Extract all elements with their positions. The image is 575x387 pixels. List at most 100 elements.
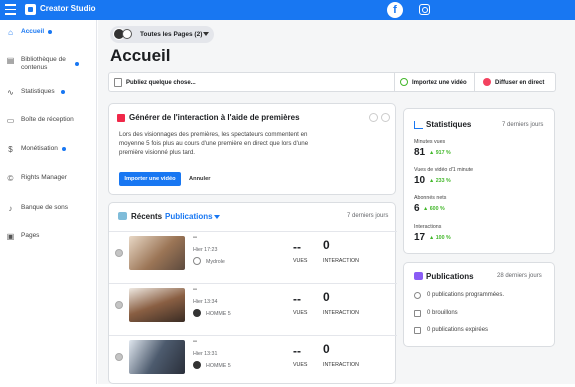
interaction-label: INTERACTION — [323, 310, 359, 316]
app-title: Creator Studio — [40, 4, 96, 13]
post-time: Hier 13:34 — [193, 299, 218, 305]
stat-value: 81 — [414, 147, 426, 158]
stat-one-minute-views[interactable]: Vues de vidéo d'1 minute 10 ▲ 233 % — [414, 167, 474, 186]
sidebar-item-sound-bank[interactable]: ♪ Banque de sons — [0, 200, 97, 220]
live-icon — [483, 78, 491, 86]
page-selector[interactable]: Toutes les Pages (2) — [110, 26, 214, 43]
sidebar-item-label-line: contenus — [21, 64, 48, 71]
publications-icon — [414, 272, 423, 280]
avatar — [193, 361, 201, 369]
sidebar-item-statistiques[interactable]: ∿ Statistiques — [0, 84, 97, 104]
avatar — [193, 309, 201, 317]
post-author: HOMME 5 — [206, 363, 231, 369]
views-value: -- — [293, 240, 301, 254]
stat-value: 10 — [414, 175, 426, 186]
stat-net-followers[interactable]: Abonnés nets 6 ▲ 600 % — [414, 195, 447, 214]
go-live-button[interactable]: Diffuser en direct — [495, 80, 544, 86]
stat-label: Vues de vidéo d'1 minute — [414, 167, 474, 173]
views-value: -- — [293, 292, 301, 306]
stat-label: Interactions — [414, 224, 442, 230]
sidebar: ⌂ Accueil ▤ Bibliothèque de contenus ∿ St… — [0, 20, 97, 384]
home-icon: ⌂ — [8, 28, 13, 37]
import-video-button[interactable]: Importez une vidéo — [412, 80, 467, 86]
table-row[interactable]: -- Hier 13:34 HOMME 5 -- VUES 0 INTERACT… — [109, 283, 397, 335]
avatar — [122, 29, 132, 39]
menu-icon[interactable] — [5, 4, 16, 16]
library-icon: ▤ — [6, 56, 15, 65]
post-time: Hier 13:31 — [193, 351, 218, 357]
publish-button[interactable]: Publiez quelque chose... — [126, 80, 196, 86]
chart-icon: ∿ — [7, 88, 14, 97]
sidebar-item-accueil[interactable]: ⌂ Accueil — [0, 24, 97, 44]
sidebar-item-label: Statistiques — [21, 88, 55, 95]
next-button[interactable] — [381, 113, 390, 122]
statistics-card: Statistiques 7 derniers jours Minutes vu… — [403, 108, 555, 254]
stat-minutes-viewed[interactable]: Minutes vues 81 ▲ 917 % — [414, 139, 451, 158]
sidebar-item-label: Pages — [21, 232, 40, 239]
sidebar-item-library[interactable]: ▤ Bibliothèque de contenus — [0, 52, 97, 74]
sidebar-item-label: Rights Manager — [21, 174, 67, 181]
page-title: Accueil — [110, 46, 171, 65]
posts-icon — [118, 212, 127, 220]
stat-value: 17 — [414, 232, 426, 243]
inbox-icon: ▭ — [6, 116, 15, 125]
premiere-card: Générer de l'interaction à l'aide de pre… — [108, 103, 396, 195]
select-radio[interactable] — [115, 353, 123, 361]
sound-icon: ♪ — [8, 204, 13, 213]
list-item-label: 0 publications programmées. — [427, 292, 505, 298]
notification-dot — [75, 62, 79, 66]
stat-value: 6 — [414, 203, 420, 214]
card-title: Statistiques — [426, 120, 472, 129]
copyright-icon: © — [7, 174, 14, 183]
stat-delta: ▲ 917 % — [429, 150, 451, 156]
expired-icon — [414, 327, 421, 334]
draft-icon — [414, 310, 421, 317]
divider — [474, 73, 475, 91]
filter-dropdown[interactable]: Publications — [165, 212, 213, 221]
instagram-icon[interactable] — [419, 4, 430, 15]
notification-dot — [48, 30, 52, 34]
post-title: -- — [193, 235, 197, 241]
stat-delta: ▲ 233 % — [429, 178, 451, 184]
sidebar-item-pages[interactable]: ▣ Pages — [0, 228, 97, 248]
stat-label: Abonnés nets — [414, 195, 447, 201]
dollar-icon: $ — [8, 145, 13, 154]
sidebar-item-label: Boîte de réception — [21, 116, 74, 123]
table-row[interactable]: -- Hier 13:31 HOMME 5 -- VUES 0 INTERACT… — [109, 335, 397, 387]
card-body: Lors des visionnages des premières, les … — [119, 131, 309, 156]
thumbnail — [129, 236, 185, 270]
sidebar-item-label: Bibliothèque de contenus — [21, 56, 66, 72]
cancel-button[interactable]: Annuler — [189, 172, 211, 186]
views-label: VUES — [293, 310, 308, 316]
table-row[interactable]: -- Hier 17:23 Mydrole -- VUES 0 INTERACT… — [109, 231, 397, 283]
interaction-value: 0 — [323, 238, 330, 252]
facebook-icon[interactable]: f — [387, 2, 403, 18]
sidebar-item-inbox[interactable]: ▭ Boîte de réception — [0, 112, 97, 132]
avatar — [193, 257, 201, 265]
post-time: Hier 17:23 — [193, 247, 218, 253]
actions-bar: Publiez quelque chose... Importez une vi… — [108, 72, 556, 92]
period-label: 7 derniers jours — [347, 213, 389, 219]
select-radio[interactable] — [115, 301, 123, 309]
card-title: Générer de l'interaction à l'aide de pre… — [129, 113, 300, 122]
select-radio[interactable] — [115, 249, 123, 257]
sidebar-item-rights-manager[interactable]: © Rights Manager — [0, 170, 97, 190]
stat-delta: ▲ 100 % — [429, 235, 451, 241]
previous-button[interactable] — [369, 113, 378, 122]
notification-dot — [61, 90, 65, 94]
top-bar: Creator Studio f — [0, 0, 575, 20]
views-value: -- — [293, 344, 301, 358]
sidebar-item-label: Monétisation — [21, 145, 58, 152]
interaction-label: INTERACTION — [323, 258, 359, 264]
period-label: 28 derniers jours — [497, 273, 542, 279]
stat-label: Minutes vues — [414, 139, 446, 145]
card-title: Publications — [426, 272, 474, 281]
page-selector-label: Toutes les Pages (2) — [140, 31, 203, 38]
stat-interactions[interactable]: Interactions 17 ▲ 100 % — [414, 224, 451, 243]
compose-icon — [114, 78, 122, 87]
post-author: HOMME 5 — [206, 311, 231, 317]
sidebar-item-monetisation[interactable]: $ Monétisation — [0, 141, 97, 161]
period-label: 7 derniers jours — [502, 122, 544, 128]
views-label: VUES — [293, 258, 308, 264]
import-video-card-button[interactable]: Importer une vidéo — [119, 172, 181, 186]
